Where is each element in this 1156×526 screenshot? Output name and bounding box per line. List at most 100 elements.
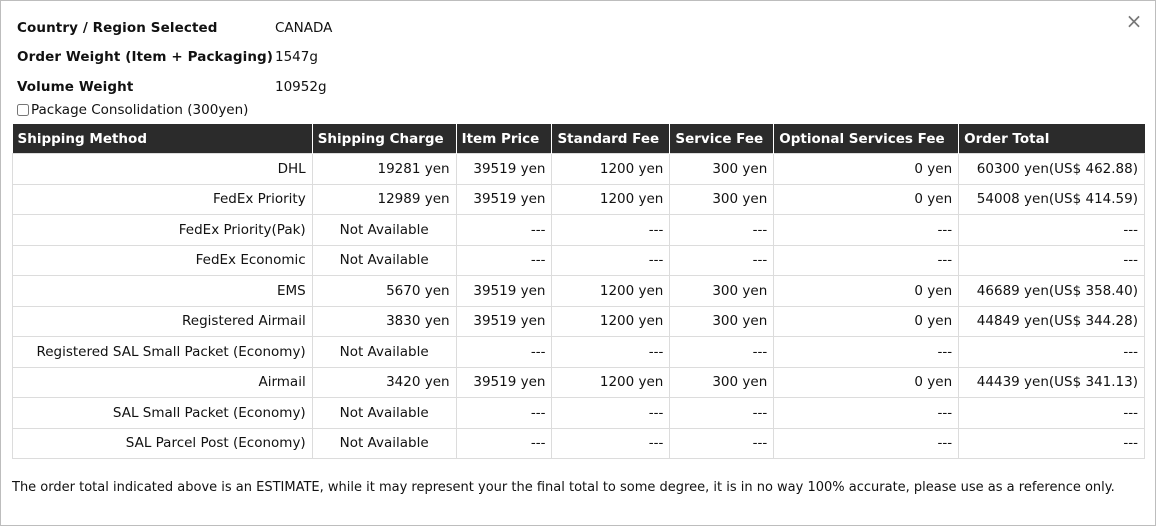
table-cell: --- (773, 336, 960, 368)
table-cell: EMS (12, 275, 313, 307)
table-cell: --- (551, 244, 671, 276)
table-cell: 39519 yen (455, 305, 553, 337)
table-cell: --- (958, 244, 1145, 276)
table-cell: --- (669, 397, 775, 429)
table-cell: --- (669, 244, 775, 276)
table-cell: --- (773, 244, 960, 276)
table-cell: --- (551, 214, 671, 246)
table-cell: FedEx Priority(Pak) (12, 214, 313, 246)
table-row: FedEx Priority 12989 yen 39519 yen 1200 yen… (12, 183, 1145, 215)
table-cell: 19281 yen (311, 153, 457, 185)
column-header: Optional Services Fee (773, 124, 960, 154)
table-cell: Not Available (311, 397, 457, 429)
table-cell: SAL Small Packet (Economy) (12, 397, 313, 429)
table-cell: 3830 yen (311, 305, 457, 337)
table-cell: --- (455, 427, 553, 459)
table-cell: 39519 yen (455, 183, 553, 215)
table-cell: Not Available (311, 214, 457, 246)
table-row: Registered Airmail 3830 yen 39519 yen 1200 … (12, 305, 1145, 337)
country-value: CANADA (275, 19, 333, 36)
package-consolidation-checkbox[interactable] (17, 104, 29, 116)
table-row: FedEx Economic Not Available --- --- --- --- -… (12, 244, 1145, 276)
table-cell: --- (958, 214, 1145, 246)
table-cell: --- (958, 397, 1145, 429)
table-cell: 60300 yen(US$ 462.88) (958, 153, 1145, 185)
table-row: FedEx Priority(Pak) Not Available --- --- --… (12, 214, 1145, 246)
table-cell: 300 yen (669, 305, 775, 337)
shipping-rates-table: Shipping Method Shipping Charge Item Price… (12, 124, 1145, 459)
table-cell: --- (455, 397, 553, 429)
table-cell: 1200 yen (551, 366, 671, 398)
table-cell: 1200 yen (551, 305, 671, 337)
table-cell: 54008 yen(US$ 414.59) (958, 183, 1145, 215)
table-cell: 300 yen (669, 183, 775, 215)
table-cell: 12989 yen (311, 183, 457, 215)
table-cell: --- (551, 336, 671, 368)
volume-label: Volume Weight (17, 78, 134, 95)
package-consolidation-option[interactable]: Package Consolidation (300yen) (15, 102, 248, 118)
table-row: SAL Small Packet (Economy) Not Available -… (12, 397, 1145, 429)
table-cell: 5670 yen (311, 275, 457, 307)
table-cell: FedEx Priority (12, 183, 313, 215)
weight-row: Order Weight (Item + Packaging) 1547g (17, 43, 332, 73)
order-info: Country / Region Selected CANADA Order W… (17, 13, 332, 102)
table-cell: --- (551, 427, 671, 459)
table-cell: 39519 yen (455, 275, 553, 307)
table-cell: --- (958, 427, 1145, 459)
table-cell: --- (669, 336, 775, 368)
table-cell: --- (551, 397, 671, 429)
table-cell: 1200 yen (551, 153, 671, 185)
table-cell: Not Available (311, 336, 457, 368)
table-cell: 300 yen (669, 153, 775, 185)
column-header: Order Total (958, 124, 1145, 154)
table-row: DHL 19281 yen 39519 yen 1200 yen 300 yen 0 ye… (12, 153, 1145, 185)
table-cell: 39519 yen (455, 153, 553, 185)
table-cell: 44849 yen(US$ 344.28) (958, 305, 1145, 337)
table-cell: --- (773, 397, 960, 429)
table-cell: FedEx Economic (12, 244, 313, 276)
table-cell: --- (773, 214, 960, 246)
column-header: Shipping Charge (312, 124, 457, 154)
country-row: Country / Region Selected CANADA (17, 13, 332, 43)
table-cell: --- (455, 244, 553, 276)
column-header: Service Fee (669, 124, 775, 154)
column-header: Standard Fee (551, 124, 671, 154)
column-header: Item Price (456, 124, 553, 154)
table-cell: 0 yen (773, 275, 960, 307)
table-cell: 39519 yen (455, 366, 553, 398)
weight-value: 1547g (275, 49, 318, 66)
table-cell: 0 yen (773, 153, 960, 185)
table-body: DHL 19281 yen 39519 yen 1200 yen 300 yen 0 ye… (12, 153, 1145, 459)
table-row: Registered SAL Small Packet (Economy) Not… (12, 336, 1145, 368)
table-cell: Not Available (311, 427, 457, 459)
table-cell: 1200 yen (551, 183, 671, 215)
column-header: Shipping Method (12, 124, 313, 154)
table-cell: 0 yen (773, 305, 960, 337)
table-cell: Registered SAL Small Packet (Economy) (12, 336, 313, 368)
close-icon[interactable]: × (1123, 10, 1145, 32)
table-cell: Registered Airmail (12, 305, 313, 337)
table-cell: 1200 yen (551, 275, 671, 307)
table-cell: DHL (12, 153, 313, 185)
table-cell: 300 yen (669, 275, 775, 307)
table-cell: 0 yen (773, 183, 960, 215)
volume-value: 10952g (275, 78, 327, 95)
table-cell: --- (669, 427, 775, 459)
table-cell: --- (455, 214, 553, 246)
table-cell: --- (958, 336, 1145, 368)
table-cell: SAL Parcel Post (Economy) (12, 427, 313, 459)
table-cell: 44439 yen(US$ 341.13) (958, 366, 1145, 398)
table-cell: --- (669, 214, 775, 246)
table-cell: 46689 yen(US$ 358.40) (958, 275, 1145, 307)
table-row: EMS 5670 yen 39519 yen 1200 yen 300 yen 0 yen… (12, 275, 1145, 307)
table-cell: 300 yen (669, 366, 775, 398)
shipping-estimate-dialog: × Country / Region Selected CANADA Order… (0, 0, 1156, 526)
weight-label: Order Weight (Item + Packaging) (17, 49, 274, 66)
table-cell: Airmail (12, 366, 313, 398)
volume-row: Volume Weight 10952g (17, 72, 332, 102)
table-header-row: Shipping Method Shipping Charge Item Price… (12, 124, 1145, 154)
table-cell: --- (773, 427, 960, 459)
table-cell: --- (455, 336, 553, 368)
table-row: Airmail 3420 yen 39519 yen 1200 yen 300 yen 0… (12, 366, 1145, 398)
table-row: SAL Parcel Post (Economy) Not Available --… (12, 427, 1145, 459)
